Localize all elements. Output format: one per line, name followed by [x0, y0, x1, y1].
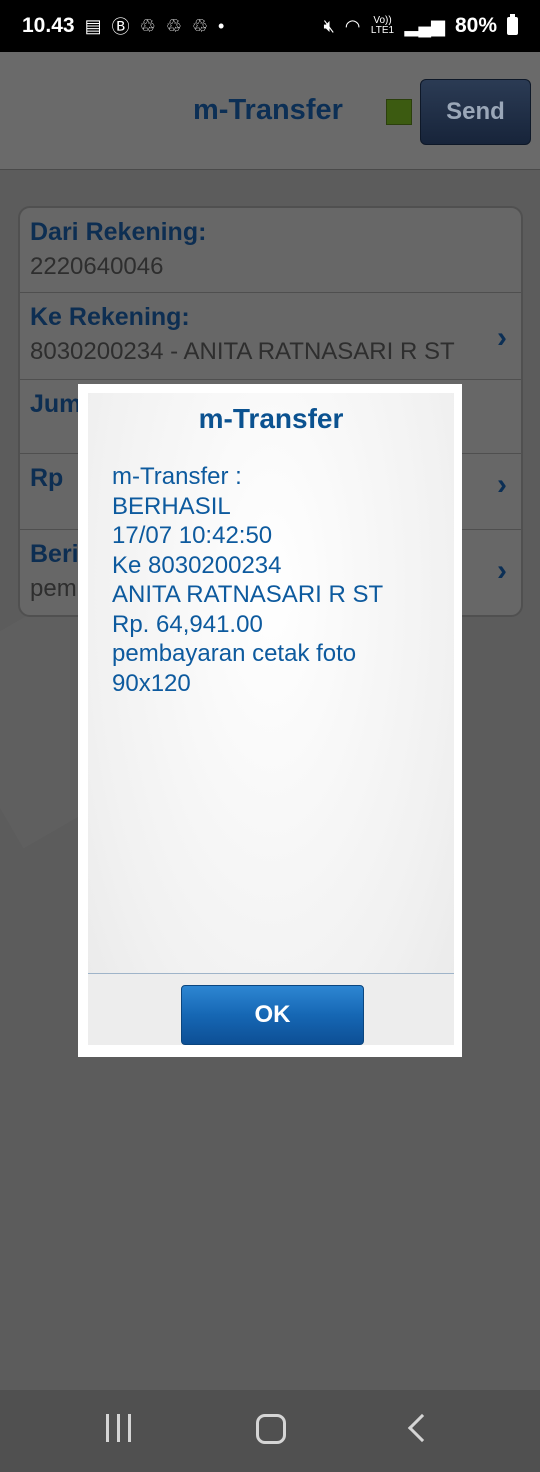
- dot-icon: •: [218, 15, 225, 36]
- result-dialog: m-Transfer m-Transfer : BERHASIL 17/07 1…: [78, 384, 462, 1057]
- message-line: pembayaran cetak foto: [112, 640, 357, 667]
- message-line: Ke 8030200234: [112, 551, 282, 579]
- from-account-label: Dari Rekening:: [30, 218, 207, 246]
- message-line: ANITA RATNASARI R ST: [112, 581, 384, 608]
- home-icon[interactable]: [256, 1414, 286, 1444]
- chevron-right-icon: ›: [497, 554, 507, 587]
- send-button[interactable]: Send: [420, 79, 531, 145]
- dialog-title: m-Transfer: [198, 403, 344, 434]
- to-account-label: Ke Rekening:: [30, 303, 190, 331]
- page-title: m-Transfer: [193, 94, 343, 126]
- from-account-value: 2220640046: [30, 253, 164, 280]
- from-account-row: Dari Rekening: 2220640046: [20, 208, 521, 293]
- message-line: BERHASIL: [112, 492, 231, 520]
- recycle-icon: ♲: [139, 15, 156, 36]
- message-line: m-Transfer :: [112, 463, 242, 490]
- message-icon: ▤: [84, 15, 102, 36]
- recycle-icon: ♲: [191, 15, 208, 36]
- mute-icon: 🔇︎: [323, 15, 335, 36]
- battery-percent: 80%: [454, 14, 497, 37]
- chevron-right-icon: ›: [497, 468, 507, 501]
- dialog-footer: OK: [88, 973, 454, 1045]
- status-time: 10.43: [22, 14, 75, 37]
- b-icon: Ⓑ: [111, 17, 130, 37]
- volte-icon: Vo)) LTE1: [370, 15, 395, 36]
- recents-icon[interactable]: [106, 1414, 131, 1442]
- message-line: 90x120: [112, 669, 191, 697]
- app-header: m-Transfer Send: [0, 52, 540, 170]
- recycle-icon: ♲: [165, 15, 182, 36]
- chevron-right-icon: ›: [497, 321, 507, 354]
- message-line: 17/07 10:42:50: [112, 522, 273, 549]
- to-account-value: 8030200234 - ANITA RATNASARI R ST: [30, 338, 455, 365]
- back-icon[interactable]: [407, 1413, 437, 1443]
- dialog-body: m-Transfer m-Transfer : BERHASIL 17/07 1…: [88, 393, 454, 1045]
- battery-icon: [507, 14, 518, 35]
- to-account-row[interactable]: Ke Rekening: 8030200234 - ANITA RATNASAR…: [20, 293, 521, 380]
- dialog-message: m-Transfer : BERHASIL 17/07 10:42:50 Ke …: [112, 462, 442, 698]
- message-line: Rp. 64,941.00: [112, 610, 263, 638]
- wifi-icon: ◠: [344, 15, 361, 36]
- connection-status-indicator: [386, 99, 412, 125]
- signal-icon: ▂▄▆: [404, 15, 445, 36]
- status-bar: 10.43 ▤ Ⓑ ♲ ♲ ♲ • 🔇︎ ◠ Vo)) LTE1 ▂▄▆ 80%: [0, 0, 540, 52]
- navigation-bar: [0, 1390, 540, 1472]
- ok-button[interactable]: OK: [181, 985, 364, 1045]
